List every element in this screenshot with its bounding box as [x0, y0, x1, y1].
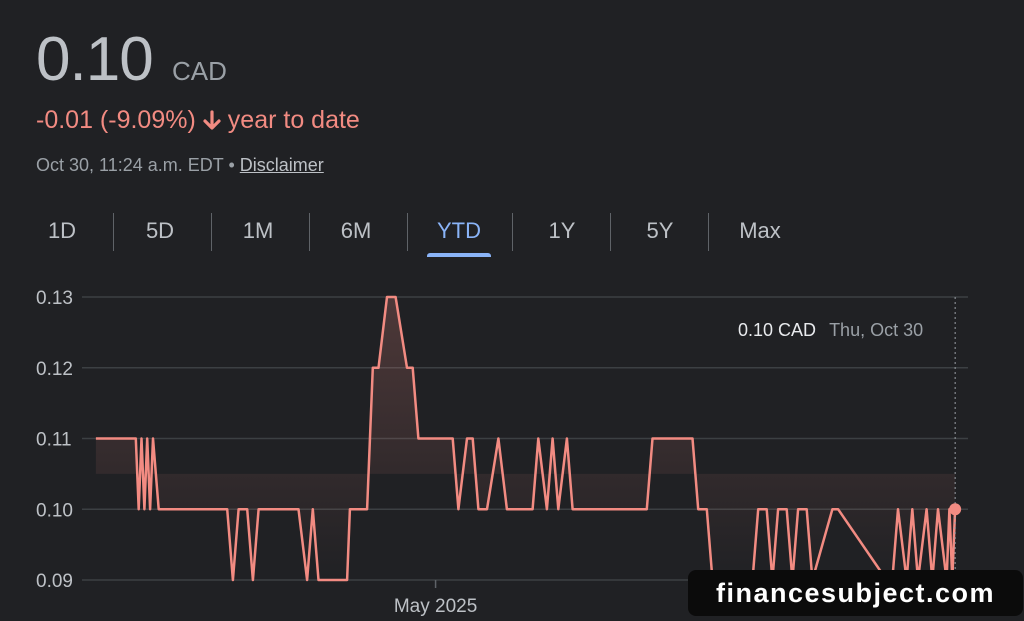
tab-divider	[407, 213, 408, 251]
separator-dot: •	[228, 155, 235, 175]
currency-label: CAD	[172, 56, 227, 86]
x-tick-label: May 2025	[394, 596, 477, 617]
tab-1m[interactable]: 1M	[210, 205, 306, 257]
hover-point	[949, 503, 962, 516]
tab-6m[interactable]: 6M	[308, 205, 404, 257]
range-tabs: 1D 5D 1M 6M YTD 1Y 5Y Max	[14, 205, 814, 257]
tab-ytd[interactable]: YTD	[411, 205, 507, 257]
change-value: -0.01 (-9.09%)	[36, 106, 196, 134]
y-tick-label: 0.10	[36, 500, 73, 521]
y-tick-label: 0.13	[36, 288, 73, 309]
tab-label: 1D	[47, 218, 77, 243]
y-tick-label: 0.11	[36, 430, 72, 451]
tab-label: Max	[739, 218, 781, 243]
disclaimer-link[interactable]: Disclaimer	[240, 155, 324, 175]
tab-5y[interactable]: 5Y	[612, 205, 708, 257]
tab-label: 6M	[340, 218, 372, 243]
tab-label: 5Y	[646, 218, 674, 243]
tab-5d[interactable]: 5D	[112, 205, 208, 257]
hover-tooltip: 0.10 CAD Thu, Oct 30	[738, 320, 923, 341]
tab-divider	[512, 213, 513, 251]
tab-1d[interactable]: 1D	[14, 205, 110, 257]
timestamp: Oct 30, 11:24 a.m. EDT	[36, 155, 224, 175]
current-price: 0.10	[36, 25, 154, 94]
tooltip-price: 0.10 CAD	[738, 320, 817, 340]
tooltip-date: Thu, Oct 30	[829, 320, 924, 340]
tab-label: YTD	[437, 218, 481, 243]
tab-divider	[610, 213, 611, 251]
tab-1y[interactable]: 1Y	[514, 205, 610, 257]
tab-label: 1M	[242, 218, 274, 243]
y-tick-label: 0.12	[36, 359, 73, 380]
arrow-down-icon	[203, 109, 221, 130]
active-tab-indicator	[427, 253, 491, 257]
tab-label: 1Y	[548, 218, 576, 243]
timestamp-line: Oct 30, 11:24 a.m. EDT • Disclaimer	[36, 155, 324, 176]
tab-divider	[708, 213, 709, 251]
change-period: year to date	[227, 106, 360, 134]
watermark: financesubject.com	[688, 570, 1023, 616]
price-change: -0.01 (-9.09%) year to date	[36, 106, 360, 135]
tab-max[interactable]: Max	[712, 205, 808, 257]
tab-label: 5D	[145, 218, 175, 243]
y-tick-label: 0.09	[36, 571, 73, 592]
